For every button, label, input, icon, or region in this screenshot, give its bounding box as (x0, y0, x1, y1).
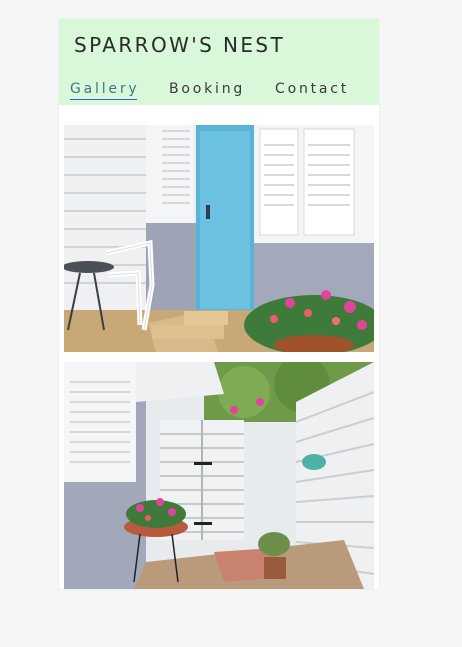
nav-gallery[interactable]: Gallery (70, 81, 139, 100)
porch-photo-image (64, 125, 374, 352)
site-header: SPARROW'S NEST Gallery Booking Contact (59, 19, 379, 105)
gallery-photo-courtyard[interactable] (64, 362, 374, 589)
nav-booking[interactable]: Booking (169, 81, 245, 97)
main-nav: Gallery Booking Contact (59, 81, 379, 101)
nav-contact[interactable]: Contact (275, 81, 349, 97)
gallery-photo-porch[interactable] (64, 125, 374, 352)
site-title[interactable]: SPARROW'S NEST (74, 33, 285, 57)
page-card: SPARROW'S NEST Gallery Booking Contact (59, 19, 379, 589)
courtyard-photo-image (64, 362, 374, 589)
